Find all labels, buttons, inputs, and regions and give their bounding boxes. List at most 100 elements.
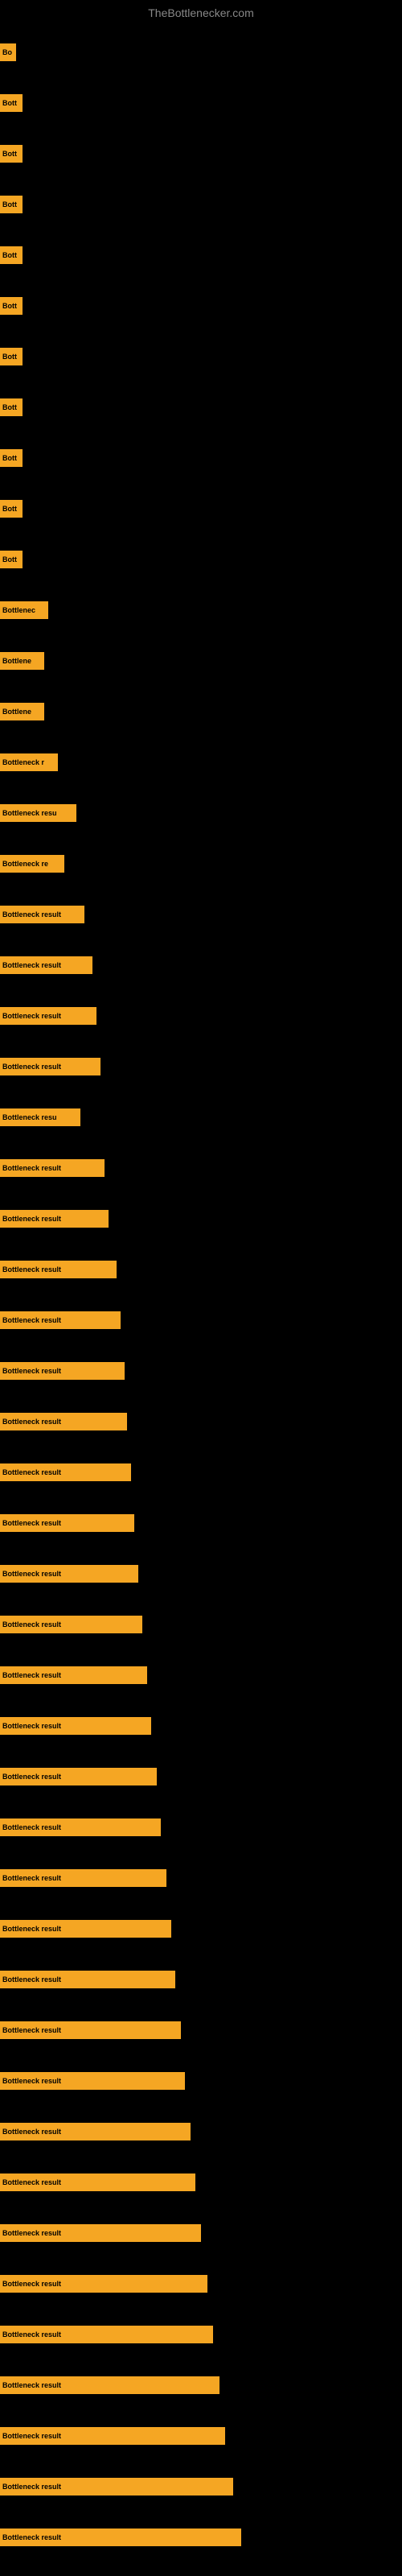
bar-label-1: Bott xyxy=(2,99,17,107)
bar-15: Bottleneck resu xyxy=(0,804,76,822)
site-title: TheBottlenecker.com xyxy=(0,0,402,26)
bar-label-16: Bottleneck re xyxy=(2,860,48,868)
bar-11: Bottlenec xyxy=(0,601,48,619)
bar-label-32: Bottleneck result xyxy=(2,1671,61,1679)
bar-row: Bottlene xyxy=(0,700,402,724)
bar-row: Bottleneck result xyxy=(0,902,402,927)
bar-label-10: Bott xyxy=(2,555,17,564)
bar-row: Bottleneck result xyxy=(0,2018,402,2042)
bar-37: Bottleneck result xyxy=(0,1920,171,1938)
bar-label-18: Bottleneck result xyxy=(2,961,61,969)
bar-row: Bottleneck result xyxy=(0,1410,402,1434)
bar-25: Bottleneck result xyxy=(0,1311,121,1329)
bar-10: Bott xyxy=(0,551,23,568)
bar-row: Bottleneck result xyxy=(0,1004,402,1028)
bar-label-26: Bottleneck result xyxy=(2,1367,61,1375)
bar-44: Bottleneck result xyxy=(0,2275,207,2293)
bar-label-19: Bottleneck result xyxy=(2,1012,61,1020)
bar-row: Bott xyxy=(0,446,402,470)
bar-41: Bottleneck result xyxy=(0,2123,191,2140)
bar-label-6: Bott xyxy=(2,353,17,361)
bar-row: Bott xyxy=(0,243,402,267)
bar-label-37: Bottleneck result xyxy=(2,1925,61,1933)
bar-row: Bottleneck result xyxy=(0,2525,402,2549)
bar-row: Bottleneck result xyxy=(0,1765,402,1789)
bar-row: Bottleneck result xyxy=(0,1359,402,1383)
bar-5: Bott xyxy=(0,297,23,315)
bar-row: Bottleneck result xyxy=(0,2424,402,2448)
bar-label-21: Bottleneck resu xyxy=(2,1113,57,1121)
bar-label-23: Bottleneck result xyxy=(2,1215,61,1223)
bar-label-22: Bottleneck result xyxy=(2,1164,61,1172)
bar-row: Bottleneck result xyxy=(0,2120,402,2144)
bar-row: Bott xyxy=(0,547,402,572)
bar-row: Bottleneck result xyxy=(0,2475,402,2499)
bar-9: Bott xyxy=(0,500,23,518)
bar-label-49: Bottleneck result xyxy=(2,2533,61,2541)
bar-31: Bottleneck result xyxy=(0,1616,142,1633)
bar-32: Bottleneck result xyxy=(0,1666,147,1684)
bar-19: Bottleneck result xyxy=(0,1007,96,1025)
bar-0: Bo xyxy=(0,43,16,61)
bar-row: Bottleneck result xyxy=(0,1917,402,1941)
bar-14: Bottleneck r xyxy=(0,753,58,771)
bar-label-5: Bott xyxy=(2,302,17,310)
bar-28: Bottleneck result xyxy=(0,1463,131,1481)
bar-row: Bott xyxy=(0,395,402,419)
bar-23: Bottleneck result xyxy=(0,1210,109,1228)
bar-row: Bottlenec xyxy=(0,598,402,622)
bar-label-8: Bott xyxy=(2,454,17,462)
bar-label-33: Bottleneck result xyxy=(2,1722,61,1730)
bar-label-12: Bottlene xyxy=(2,657,31,665)
bar-row: Bottleneck result xyxy=(0,2272,402,2296)
bar-7: Bott xyxy=(0,398,23,416)
bar-label-9: Bott xyxy=(2,505,17,513)
bar-row: Bottleneck result xyxy=(0,2373,402,2397)
bar-13: Bottlene xyxy=(0,703,44,720)
bar-label-46: Bottleneck result xyxy=(2,2381,61,2389)
bar-8: Bott xyxy=(0,449,23,467)
bar-label-4: Bott xyxy=(2,251,17,259)
bar-row: Bottleneck result xyxy=(0,1055,402,1079)
bar-26: Bottleneck result xyxy=(0,1362,125,1380)
bar-label-7: Bott xyxy=(2,403,17,411)
bar-row: Bottleneck result xyxy=(0,2221,402,2245)
bar-label-17: Bottleneck result xyxy=(2,910,61,919)
bar-24: Bottleneck result xyxy=(0,1261,117,1278)
bar-row: Bottleneck result xyxy=(0,1156,402,1180)
bar-48: Bottleneck result xyxy=(0,2478,233,2496)
bar-label-39: Bottleneck result xyxy=(2,2026,61,2034)
bar-row: Bott xyxy=(0,294,402,318)
bar-row: Bottleneck result xyxy=(0,1257,402,1282)
bar-30: Bottleneck result xyxy=(0,1565,138,1583)
bar-row: Bott xyxy=(0,345,402,369)
bar-row: Bottleneck result xyxy=(0,953,402,977)
bar-label-15: Bottleneck resu xyxy=(2,809,57,817)
bar-42: Bottleneck result xyxy=(0,2174,195,2191)
bar-label-13: Bottlene xyxy=(2,708,31,716)
bar-label-40: Bottleneck result xyxy=(2,2077,61,2085)
bar-label-48: Bottleneck result xyxy=(2,2483,61,2491)
bar-label-11: Bottlenec xyxy=(2,606,35,614)
bar-row: Bott xyxy=(0,192,402,217)
bar-39: Bottleneck result xyxy=(0,2021,181,2039)
bar-45: Bottleneck result xyxy=(0,2326,213,2343)
bar-label-44: Bottleneck result xyxy=(2,2280,61,2288)
bar-33: Bottleneck result xyxy=(0,1717,151,1735)
bar-label-41: Bottleneck result xyxy=(2,2128,61,2136)
bar-row: Bottleneck result xyxy=(0,1207,402,1231)
bar-label-31: Bottleneck result xyxy=(2,1620,61,1629)
bar-43: Bottleneck result xyxy=(0,2224,201,2242)
bar-38: Bottleneck result xyxy=(0,1971,175,1988)
bar-label-25: Bottleneck result xyxy=(2,1316,61,1324)
bar-row: Bottleneck r xyxy=(0,750,402,774)
bar-row: Bott xyxy=(0,497,402,521)
bar-4: Bott xyxy=(0,246,23,264)
bar-22: Bottleneck result xyxy=(0,1159,105,1177)
bar-row: Bott xyxy=(0,91,402,115)
bar-1: Bott xyxy=(0,94,23,112)
bar-row: Bottleneck result xyxy=(0,1714,402,1738)
bar-12: Bottlene xyxy=(0,652,44,670)
bar-16: Bottleneck re xyxy=(0,855,64,873)
bar-row: Bottleneck result xyxy=(0,2069,402,2093)
